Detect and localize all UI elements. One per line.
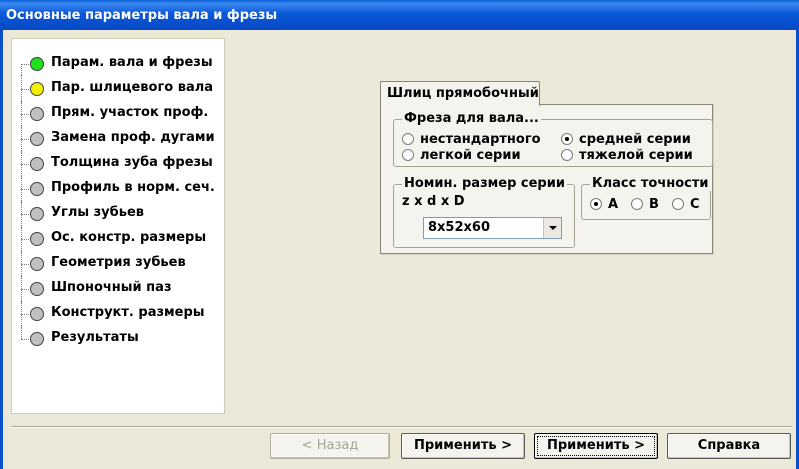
status-indicator-icon [30, 182, 44, 196]
status-indicator-icon [30, 257, 44, 271]
apply-button[interactable]: Применить > [534, 433, 658, 459]
status-indicator-icon [30, 57, 44, 71]
dialog-body: Парам. вала и фрезы Пар. шлицевого вала … [3, 30, 796, 469]
status-indicator-icon [30, 157, 44, 171]
radio-circle-icon [590, 197, 602, 210]
steps-tree: Парам. вала и фрезы Пар. шлицевого вала … [11, 38, 225, 414]
radio-accuracy-b[interactable]: B [631, 197, 659, 213]
accuracy-class-group-title: Класс точности [590, 176, 711, 191]
nominal-size-group-title: Номин. размер серии [402, 176, 567, 191]
status-indicator-icon [30, 232, 44, 246]
tab-page: Фреза для вала... нестандартного средней… [380, 104, 713, 254]
status-indicator-icon [30, 107, 44, 121]
status-indicator-icon [30, 282, 44, 296]
tree-item-main-dimensions[interactable]: Ос. констр. размеры [12, 225, 222, 253]
radio-heavy-series[interactable]: тяжелой серии [561, 148, 693, 164]
tree-item-label: Парам. вала и фрезы [51, 55, 213, 70]
radio-circle-icon [402, 148, 414, 161]
tree-item-arc-replacement[interactable]: Замена проф. дугами [12, 125, 222, 153]
radio-nonstandard[interactable]: нестандартного [402, 132, 541, 148]
nominal-size-value: 8x52x60 [428, 220, 490, 235]
cutter-series-group-title: Фреза для вала... [402, 111, 541, 126]
tab-control: Шлиц прямобочный Фреза для вала... неста… [380, 81, 713, 254]
tree-item-label: Шпоночный паз [51, 280, 172, 295]
radio-accuracy-c[interactable]: C [672, 197, 700, 213]
nominal-size-select[interactable]: 8x52x60 [423, 217, 562, 239]
tree-item-normal-profile[interactable]: Профиль в норм. сеч. [12, 175, 222, 203]
radio-circle-icon [561, 132, 573, 145]
accuracy-class-group: Класс точности A B C [581, 176, 711, 220]
tree-item-label: Пар. шлицевого вала [51, 80, 214, 95]
radio-circle-icon [631, 197, 643, 210]
tree-item-label: Результаты [51, 330, 139, 345]
tree-item-label: Углы зубьев [51, 205, 144, 220]
tree-item-label: Замена проф. дугами [51, 130, 215, 145]
tree-item-label: Толщина зуба фрезы [51, 155, 213, 170]
title-bar: Основные параметры вала и фрезы [0, 0, 799, 30]
tree-item-keyway[interactable]: Шпоночный паз [12, 275, 222, 303]
window-title: Основные параметры вала и фрезы [6, 8, 278, 23]
status-indicator-icon [30, 332, 44, 346]
button-separator [11, 426, 792, 428]
status-indicator-icon [30, 207, 44, 221]
tree-item-spline-shaft-params[interactable]: Пар. шлицевого вала [12, 75, 222, 103]
tree-item-tooth-angles[interactable]: Углы зубьев [12, 200, 222, 228]
tab-label: Шлиц прямобочный [387, 86, 539, 101]
radio-accuracy-a[interactable]: A [590, 197, 618, 213]
status-indicator-icon [30, 132, 44, 146]
radio-circle-icon [402, 132, 414, 145]
tree-item-label: Прям. участок проф. [51, 105, 209, 120]
tree-item-tooth-geometry[interactable]: Геометрия зубьев [12, 250, 222, 278]
help-button[interactable]: Справка [667, 433, 791, 459]
nominal-size-subtitle: z x d x D [402, 194, 465, 209]
tree-item-label: Геометрия зубьев [51, 255, 186, 270]
tree-item-tooth-thickness[interactable]: Толщина зуба фрезы [12, 150, 222, 178]
tree-item-results[interactable]: Результаты [12, 325, 222, 350]
radio-circle-icon [561, 148, 573, 161]
radio-light-series[interactable]: легкой серии [402, 148, 521, 164]
tree-item-label: Профиль в норм. сеч. [51, 180, 215, 195]
status-indicator-icon [30, 307, 44, 321]
tree-item-straight-section[interactable]: Прям. участок проф. [12, 100, 222, 128]
radio-medium-series[interactable]: средней серии [561, 132, 691, 148]
back-button[interactable]: < Назад [270, 433, 390, 459]
nominal-size-group: Номин. размер серии z x d x D 8x52x60 [393, 176, 575, 248]
tab-straight-spline[interactable]: Шлиц прямобочный [380, 81, 540, 106]
apply-next-button[interactable]: Применить > [401, 433, 525, 459]
cutter-series-group: Фреза для вала... нестандартного средней… [393, 111, 713, 167]
chevron-down-icon[interactable] [543, 218, 561, 238]
status-indicator-icon [30, 82, 44, 96]
tree-item-design-dimensions[interactable]: Конструкт. размеры [12, 300, 222, 328]
tree-item-label: Ос. констр. размеры [51, 230, 207, 245]
radio-circle-icon [672, 197, 684, 210]
tree-item-label: Конструкт. размеры [51, 305, 205, 320]
tree-item-shaft-cutter-params[interactable]: Парам. вала и фрезы [12, 53, 222, 75]
